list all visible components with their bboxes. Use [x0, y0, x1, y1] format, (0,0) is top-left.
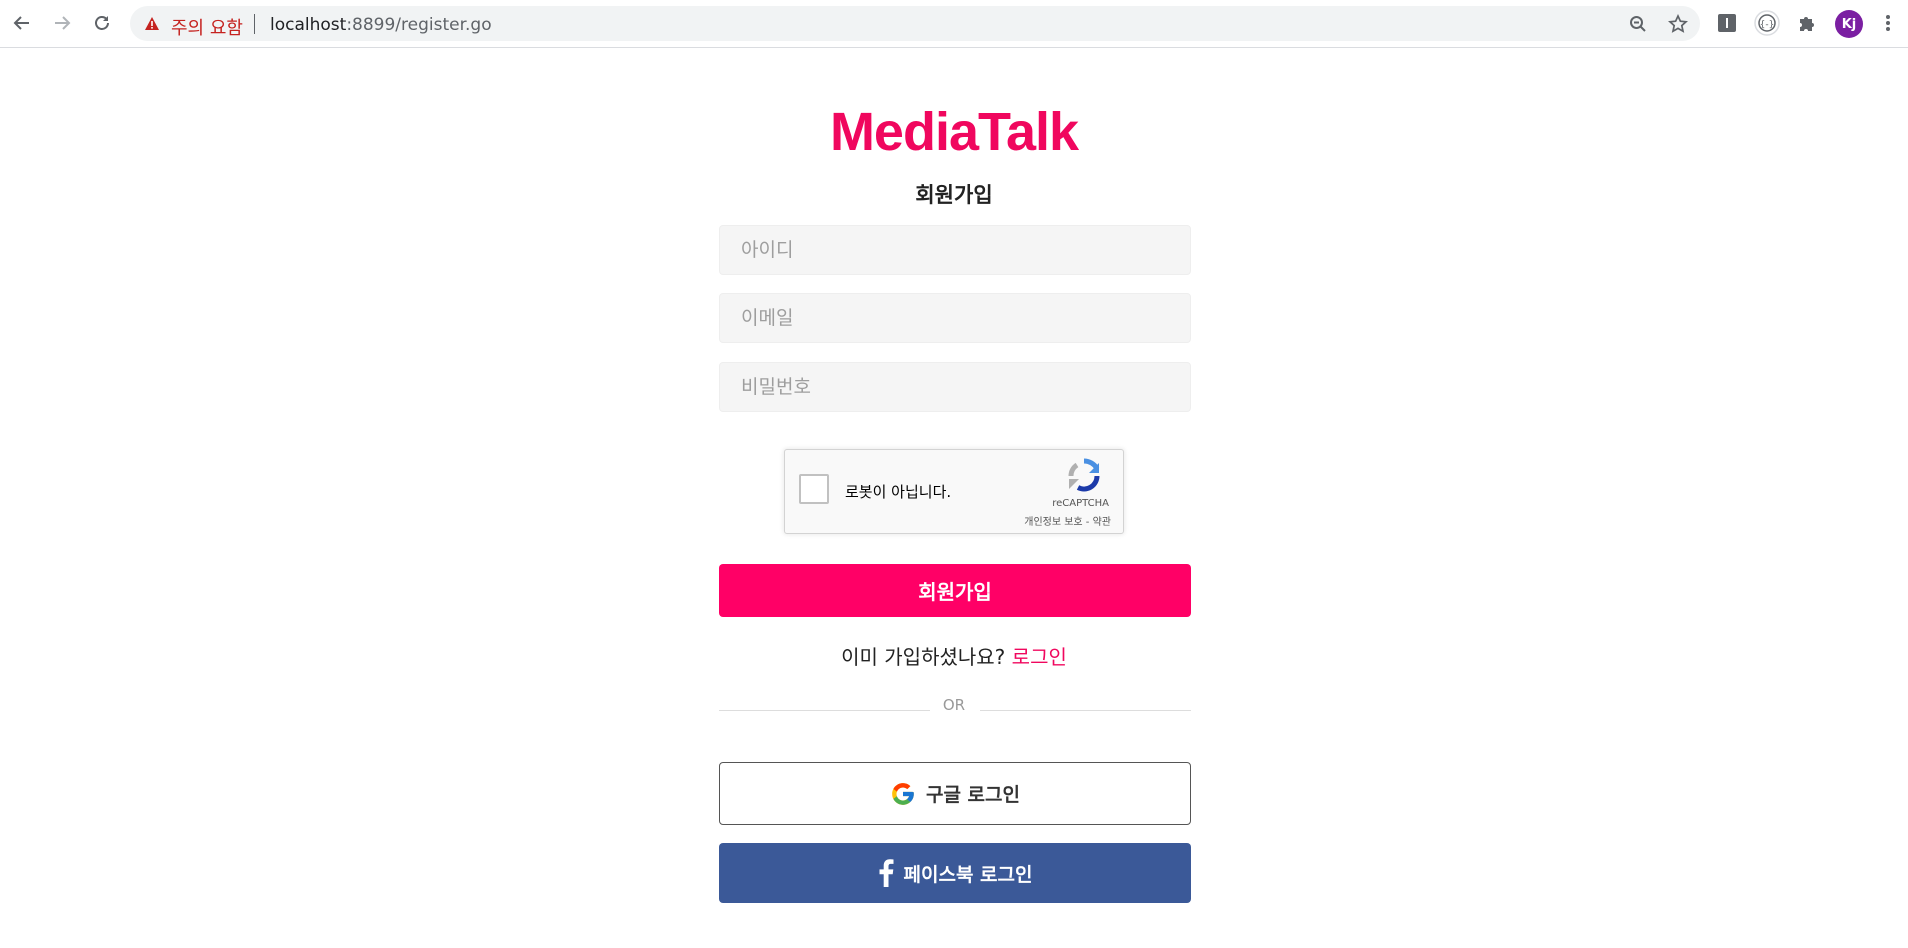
- email-input[interactable]: [719, 293, 1191, 343]
- omnibox-separator: [254, 14, 255, 34]
- more-menu-icon[interactable]: [1875, 10, 1901, 36]
- star-icon[interactable]: [1666, 12, 1690, 36]
- svg-text:{-}: {-}: [1760, 20, 1775, 30]
- page-title: 회원가입: [915, 183, 993, 207]
- recaptcha-logo-icon: [1068, 458, 1100, 492]
- url-host: localhost: [270, 15, 347, 35]
- login-prompt-text: 이미 가입하셨나요?: [841, 645, 1006, 669]
- recaptcha-brand: reCAPTCHA: [1052, 498, 1109, 509]
- facebook-icon: [878, 859, 894, 887]
- arrow-right-icon: [55, 16, 71, 30]
- extension-reader-icon[interactable]: [1714, 10, 1740, 36]
- browser-toolbar: 주의 요함 localhost:8899/register.go {-} Kj: [0, 0, 1908, 48]
- recaptcha-widget: 로봇이 아닙니다. reCAPTCHA 개인정보 보호 - 약관: [784, 449, 1124, 534]
- zoom-icon[interactable]: [1626, 12, 1650, 36]
- warning-triangle-icon: [145, 17, 159, 30]
- reload-icon: [95, 16, 109, 30]
- login-prompt: 이미 가입하셨나요? 로그인: [0, 641, 1908, 670]
- puzzle-icon[interactable]: [1794, 10, 1820, 36]
- security-warning[interactable]: 주의 요함: [171, 14, 243, 40]
- id-input[interactable]: [719, 225, 1191, 275]
- forward-button[interactable]: [47, 8, 77, 38]
- back-button[interactable]: [7, 8, 37, 38]
- recaptcha-checkbox[interactable]: [799, 474, 829, 504]
- recaptcha-terms-link[interactable]: 개인정보 보호 - 약관: [1024, 513, 1111, 528]
- google-login-label: 구글 로그인: [925, 784, 1020, 806]
- url-path: :8899/register.go: [346, 15, 492, 35]
- profile-avatar[interactable]: Kj: [1835, 10, 1863, 38]
- login-link[interactable]: 로그인: [1012, 645, 1067, 669]
- site-logo: MediaTalk: [829, 102, 1079, 162]
- divider-line-right: [980, 710, 1191, 711]
- extension-devtools-icon[interactable]: {-}: [1754, 10, 1780, 36]
- reload-button[interactable]: [87, 8, 117, 38]
- google-login-button[interactable]: 구글 로그인: [719, 762, 1191, 825]
- register-button[interactable]: 회원가입: [719, 564, 1191, 617]
- divider-or: OR: [942, 696, 966, 714]
- recaptcha-label: 로봇이 아닙니다.: [845, 483, 952, 501]
- google-icon: [890, 781, 916, 807]
- facebook-login-label: 페이스북 로그인: [903, 863, 1033, 886]
- url-text[interactable]: localhost:8899/register.go: [270, 15, 492, 35]
- facebook-login-button[interactable]: 페이스북 로그인: [719, 843, 1191, 903]
- address-bar[interactable]: 주의 요함 localhost:8899/register.go: [130, 6, 1700, 41]
- password-input[interactable]: [719, 362, 1191, 412]
- arrow-left-icon: [13, 16, 29, 30]
